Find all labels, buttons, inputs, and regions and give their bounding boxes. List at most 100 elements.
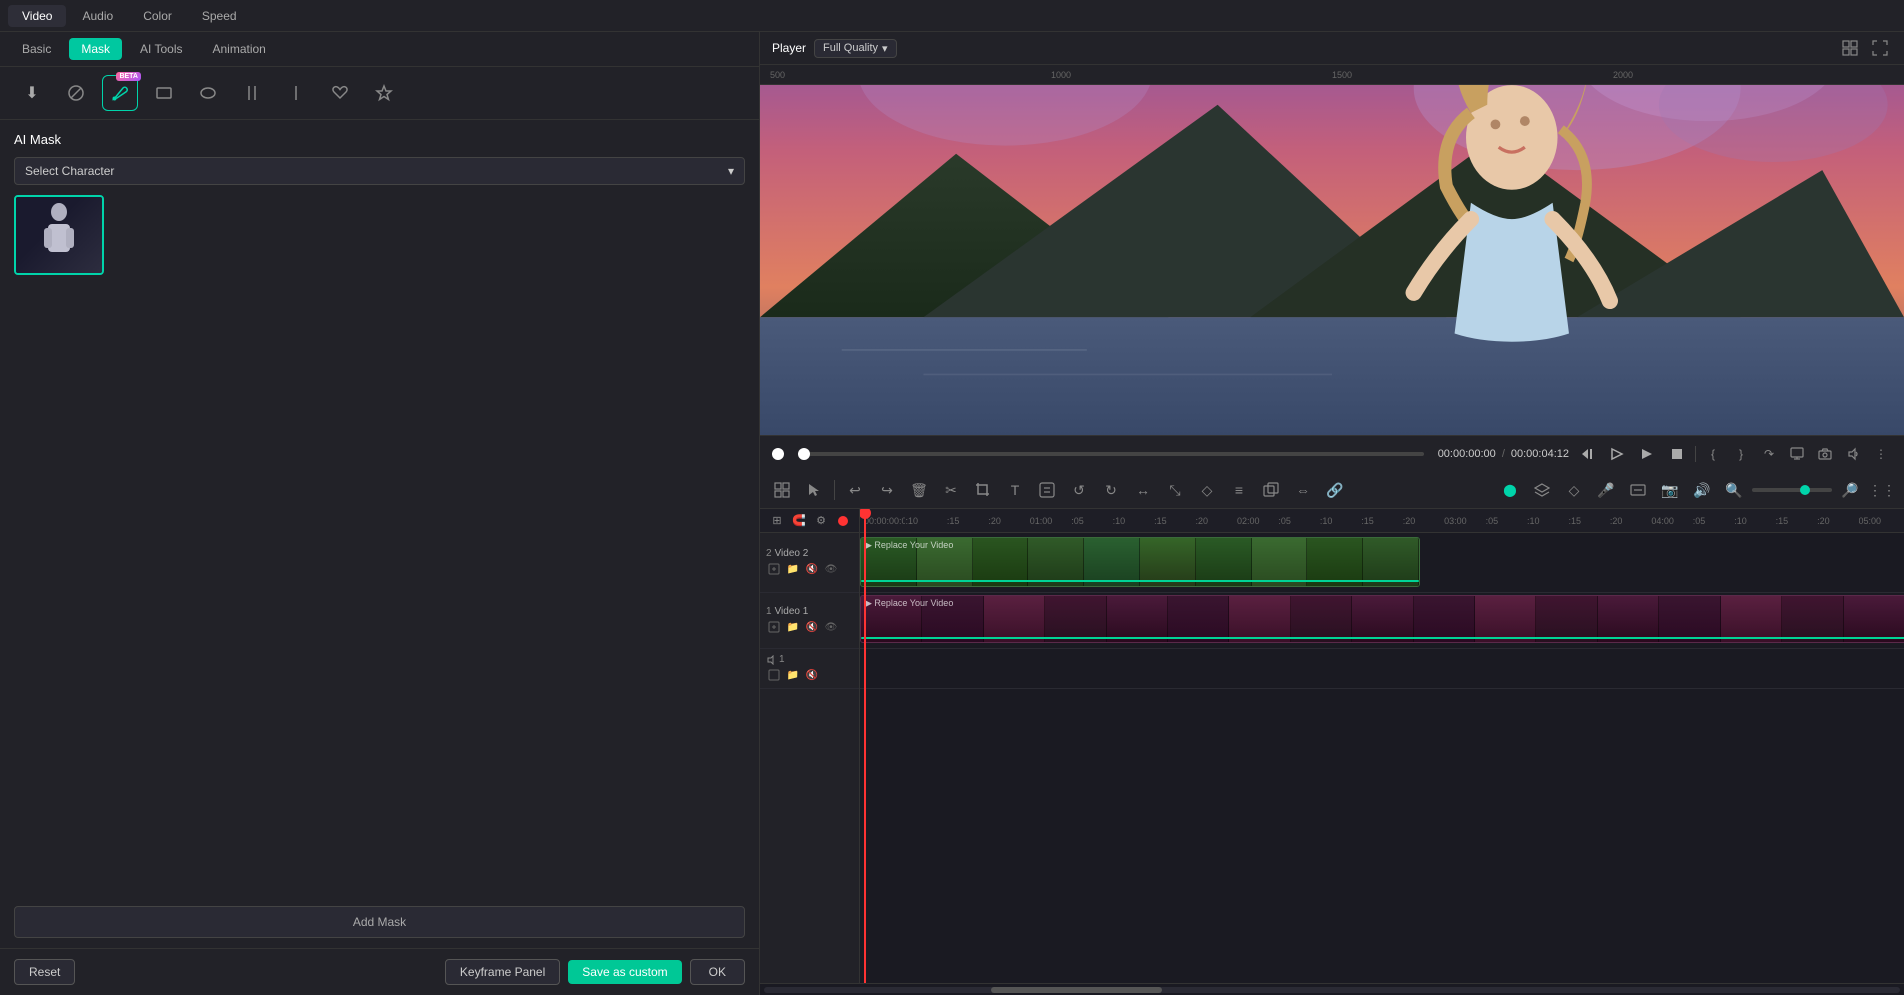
tab-speed[interactable]: Speed [188, 5, 251, 27]
tl-zoom-in-icon[interactable]: 🔎 [1836, 476, 1864, 504]
tl-clone-icon[interactable] [1257, 476, 1285, 504]
tl-expand-icon[interactable]: ⇔ [1289, 476, 1317, 504]
tl-resize-icon[interactable]: ⤡ [1161, 476, 1189, 504]
heart-tool-btn[interactable] [322, 75, 358, 111]
sub-tab-basic[interactable]: Basic [10, 38, 63, 60]
tl-undo-icon[interactable]: ↩ [841, 476, 869, 504]
tl-adjust-icon[interactable]: ≡ [1225, 476, 1253, 504]
playhead-dot[interactable] [772, 448, 784, 460]
no-tool-btn[interactable] [58, 75, 94, 111]
quality-select[interactable]: Full Quality ▾ [814, 39, 897, 58]
audio1-add-icon[interactable] [766, 667, 782, 683]
save-as-custom-button[interactable]: Save as custom [568, 960, 681, 984]
tl-delete-icon[interactable]: 🗑 [905, 476, 933, 504]
video2-add-icon[interactable] [766, 561, 782, 577]
fullscreen-icon[interactable] [1868, 36, 1892, 60]
select-character-dropdown[interactable]: Select Character ▾ [14, 157, 745, 185]
video2-volume-icon[interactable]: 🔇 [804, 561, 820, 577]
audio1-track-icons: 📁 🔇 [766, 667, 853, 683]
audio1-folder-icon[interactable]: 📁 [785, 667, 801, 683]
download-tool-btn[interactable]: ⬇ [14, 75, 50, 111]
timeline-scrubber[interactable] [798, 452, 1424, 456]
video1-clip[interactable]: ▶ Replace Your Video [860, 595, 1904, 643]
tl-sound-icon[interactable]: 🔊 [1688, 476, 1716, 504]
bracket-right-icon[interactable]: } [1730, 443, 1752, 465]
tl-layer-icon[interactable] [1528, 476, 1556, 504]
volume-icon[interactable] [1842, 443, 1864, 465]
tl-grid-icon[interactable] [768, 476, 796, 504]
tab-audio[interactable]: Audio [68, 5, 127, 27]
reset-button[interactable]: Reset [14, 959, 75, 985]
grid-view-icon[interactable] [1838, 36, 1862, 60]
brush-tool-btn[interactable]: BETA [102, 75, 138, 111]
character-thumb-inner [16, 197, 102, 273]
add-mask-button[interactable]: Add Mask [14, 906, 745, 938]
sub-tab-ai-tools[interactable]: AI Tools [128, 38, 194, 60]
sub-tab-animation[interactable]: Animation [200, 38, 277, 60]
single-line-tool-btn[interactable] [278, 75, 314, 111]
ruler-marks: 500 1000 1500 2000 [770, 70, 1894, 80]
star-tool-btn[interactable] [366, 75, 402, 111]
quality-label: Full Quality [823, 42, 878, 54]
audio1-volume-icon[interactable]: 🔇 [804, 667, 820, 683]
tl-camera2-icon[interactable]: 📷 [1656, 476, 1684, 504]
tl-label-grid[interactable]: ⊞ [768, 512, 786, 530]
video2-folder-icon[interactable]: 📁 [785, 561, 801, 577]
tl-mic-icon[interactable]: 🎤 [1592, 476, 1620, 504]
ok-button[interactable]: OK [690, 959, 745, 985]
camera-icon[interactable] [1814, 443, 1836, 465]
video1-folder-icon[interactable]: 📁 [785, 619, 801, 635]
video1-volume-icon[interactable]: 🔇 [804, 619, 820, 635]
main-layout: Basic Mask AI Tools Animation ⬇ BETA [0, 32, 1904, 995]
tl-label-snap[interactable]: 🧲 [790, 512, 808, 530]
sub-tab-mask[interactable]: Mask [69, 38, 122, 60]
time-ruler: 00:00:00:05 :10 :15 :20 01:00 :05 :10 :1… [860, 509, 1904, 533]
quality-chevron-icon: ▾ [882, 42, 888, 55]
bracket-left-icon[interactable]: { [1702, 443, 1724, 465]
tl-link-icon[interactable]: 🔗 [1321, 476, 1349, 504]
tl-label-settings[interactable]: ⚙ [812, 512, 830, 530]
monitor-icon[interactable] [1786, 443, 1808, 465]
rectangle-tool-btn[interactable] [146, 75, 182, 111]
tab-color[interactable]: Color [129, 5, 186, 27]
h-scrollbar-thumb[interactable] [991, 987, 1161, 993]
stop-btn[interactable] [1665, 442, 1689, 466]
keyframe-panel-button[interactable]: Keyframe Panel [445, 959, 560, 985]
step-back-btn[interactable] [1575, 442, 1599, 466]
tl-flip-h-icon[interactable]: ↔ [1129, 476, 1157, 504]
player-label: Player [772, 41, 806, 55]
tl-more-icon[interactable]: ⋮⋮ [1868, 476, 1896, 504]
zoom-slider[interactable] [1752, 488, 1832, 492]
tl-keyframe-icon[interactable]: ◇ [1560, 476, 1588, 504]
ellipse-tool-btn[interactable] [190, 75, 226, 111]
time-mark-8: :20 [1196, 516, 1237, 526]
play-frame-btn[interactable] [1605, 442, 1629, 466]
video1-add-icon[interactable] [766, 619, 782, 635]
video1-track: ▶ Replace Your Video [860, 593, 1904, 649]
play-btn[interactable] [1635, 442, 1659, 466]
tl-sticker-icon[interactable] [1033, 476, 1061, 504]
character-thumb-1[interactable] [14, 195, 104, 275]
tl-cut-icon[interactable]: ✂ [937, 476, 965, 504]
double-line-tool-btn[interactable] [234, 75, 270, 111]
forward-icon[interactable]: ↷ [1758, 443, 1780, 465]
video2-eye-icon[interactable]: 👁 [823, 561, 839, 577]
h-scrollbar-track[interactable] [764, 987, 1900, 993]
tl-zoom-out-icon[interactable]: 🔍 [1720, 476, 1748, 504]
tl-text-icon[interactable]: T [1001, 476, 1029, 504]
tl-crop-icon[interactable] [969, 476, 997, 504]
tl-diamond-icon[interactable]: ◇ [1193, 476, 1221, 504]
track-label-video1: 1 Video 1 📁 🔇 👁 [760, 593, 859, 649]
tl-rotate2-icon[interactable]: ↻ [1097, 476, 1125, 504]
video1-eye-icon[interactable]: 👁 [823, 619, 839, 635]
tl-subtitles-icon[interactable] [1624, 476, 1652, 504]
tl-rotate-icon[interactable]: ↺ [1065, 476, 1093, 504]
tab-video[interactable]: Video [8, 5, 66, 27]
timeline-tracks[interactable]: 00:00:00:05 :10 :15 :20 01:00 :05 :10 :1… [860, 509, 1904, 983]
video2-clip[interactable]: ▶ Replace Your Video [860, 537, 1420, 587]
time-mark-10: :05 [1278, 516, 1319, 526]
tl-pointer-icon[interactable] [800, 476, 828, 504]
settings-icon[interactable]: ⋮ [1870, 443, 1892, 465]
tl-redo-icon[interactable]: ↪ [873, 476, 901, 504]
tl-filter-green-btn[interactable]: ⬤ [1496, 476, 1524, 504]
